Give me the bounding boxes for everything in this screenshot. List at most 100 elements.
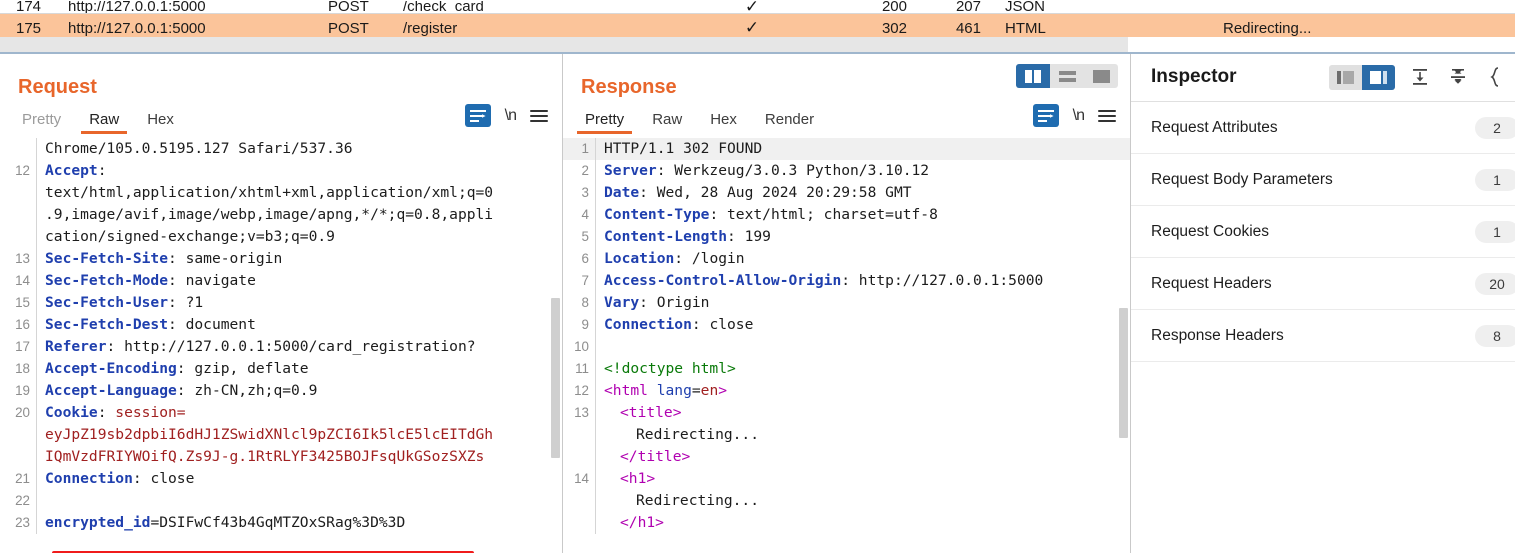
code-line: 16 Sec-Fetch-Dest: document xyxy=(0,314,562,336)
code-line: 14 Sec-Fetch-Mode: navigate xyxy=(0,270,562,292)
response-view-mode-group[interactable] xyxy=(1016,64,1118,88)
response-editor[interactable]: 1 HTTP/1.1 302 FOUND 2 Server: Werkzeug/3.0… xyxy=(563,138,1130,553)
code-token: <title> xyxy=(620,404,682,421)
inspector-section-row[interactable]: Request Body Parameters 1 xyxy=(1131,154,1515,206)
cell-length: 461 xyxy=(955,19,981,37)
code-line-text: Content-Type: text/html; charset=utf-8 xyxy=(596,204,938,226)
newline-toggle[interactable]: \n xyxy=(505,107,517,125)
code-line: 6 Location: /login xyxy=(563,248,1130,270)
inspector-section-row[interactable]: Response Headers 8 xyxy=(1131,310,1515,362)
code-token: Sec-Fetch-Mode xyxy=(45,272,169,289)
code-token: <html xyxy=(604,382,657,399)
inspector-section-label: Response Headers xyxy=(1151,326,1284,344)
code-token: : Origin xyxy=(639,294,710,311)
code-token: : same-origin xyxy=(168,250,283,267)
inspector-section-label: Request Headers xyxy=(1151,274,1272,292)
word-wrap-icon[interactable] xyxy=(464,104,491,127)
collapse-all-icon[interactable] xyxy=(1407,64,1433,90)
code-line-text: Sec-Fetch-Dest: document xyxy=(37,314,256,336)
request-editor[interactable]: Chrome/105.0.5195.127 Safari/537.36 12 Acc… xyxy=(0,138,562,553)
code-line: cation/signed-exchange;v=b3;q=0.9 xyxy=(0,226,562,248)
tab-request-pretty[interactable]: Pretty xyxy=(8,111,75,134)
code-line: text/html,application/xhtml+xml,applicat… xyxy=(0,182,562,204)
newline-toggle[interactable]: \n xyxy=(1073,107,1085,125)
inspector-section-row[interactable]: Request Headers 20 xyxy=(1131,258,1515,310)
code-line: 22 xyxy=(0,490,562,512)
cell-mime: JSON xyxy=(1005,0,1046,13)
code-line: 15 Sec-Fetch-User: ?1 xyxy=(0,292,562,314)
line-number: 10 xyxy=(574,339,589,354)
code-token: : navigate xyxy=(168,272,256,289)
code-line: 3 Date: Wed, 28 Aug 2024 20:29:58 GMT xyxy=(563,182,1130,204)
tab-request-raw[interactable]: Raw xyxy=(75,111,133,134)
word-wrap-icon[interactable] xyxy=(1032,104,1059,127)
code-token: </title> xyxy=(620,448,691,465)
response-tabbar[interactable]: Pretty Raw Hex Render xyxy=(571,106,828,134)
code-token: </h1> xyxy=(620,514,664,531)
code-token: : gzip, deflate xyxy=(176,360,309,377)
line-number: 18 xyxy=(15,361,30,376)
table-row[interactable]: 174 http://127.0.0.1:5000 POST /check_ca… xyxy=(0,0,1515,14)
proxy-history-table[interactable]: 174 http://127.0.0.1:5000 POST /check_ca… xyxy=(0,0,1515,54)
request-scrollbar-thumb[interactable] xyxy=(551,298,560,458)
code-line-text: Sec-Fetch-Site: same-origin xyxy=(37,248,282,270)
code-token: : document xyxy=(168,316,256,333)
code-token: HTTP/1.1 302 FOUND xyxy=(604,140,763,157)
tab-response-render[interactable]: Render xyxy=(751,111,828,134)
code-line-text: Date: Wed, 28 Aug 2024 20:29:58 GMT xyxy=(596,182,912,204)
tab-request-hex[interactable]: Hex xyxy=(133,111,188,134)
tab-response-raw[interactable]: Raw xyxy=(638,111,696,134)
line-number: 16 xyxy=(15,317,30,332)
request-toolbar: \n xyxy=(464,104,548,127)
code-line: 21 Connection: close xyxy=(0,468,562,490)
code-line-text: Sec-Fetch-User: ?1 xyxy=(37,292,203,314)
code-line-text xyxy=(37,490,54,512)
code-line-text: Redirecting... xyxy=(596,490,759,512)
cell-url: /check_card xyxy=(403,0,484,13)
hamburger-menu-icon[interactable] xyxy=(530,109,548,122)
code-line-text: Redirecting... xyxy=(596,424,759,446)
expand-all-icon[interactable] xyxy=(1445,64,1471,90)
request-tabbar[interactable]: Pretty Raw Hex xyxy=(8,106,188,134)
inspector-pane: Inspector Request Attributes 2 Request B… xyxy=(1131,54,1515,553)
hamburger-menu-icon[interactable] xyxy=(1098,109,1116,122)
inspector-left-layout-icon[interactable] xyxy=(1329,65,1362,90)
code-line-text: Referer: http://127.0.0.1:5000/card_regi… xyxy=(37,336,476,358)
code-line: IQmVzdFRIYWOifQ.Zs9J-g.1RtRLYF3425BOJFsq… xyxy=(0,446,562,468)
inspector-section-row[interactable]: Request Cookies 1 xyxy=(1131,206,1515,258)
inspector-toolbar xyxy=(1329,64,1509,90)
inspector-right-layout-icon[interactable] xyxy=(1362,64,1395,90)
inspector-section-label: Request Body Parameters xyxy=(1151,170,1333,188)
code-token: : http://127.0.0.1:5000/card_registratio… xyxy=(106,338,476,355)
inspector-section-count: 8 xyxy=(1475,324,1515,347)
scrollbar-thumb[interactable] xyxy=(0,37,1128,52)
inspector-header: Inspector xyxy=(1131,54,1515,102)
inspector-section-list: Request Attributes 2 Request Body Paramete… xyxy=(1131,102,1515,362)
code-token: : /login xyxy=(674,250,745,267)
single-view-icon[interactable] xyxy=(1084,64,1118,88)
code-line: 14 <h1> xyxy=(563,468,1130,490)
split-view-icon[interactable] xyxy=(1016,64,1050,88)
code-line-text: .9,image/avif,image/webp,image/apng,*/*;… xyxy=(37,204,493,226)
cell-method: POST xyxy=(328,19,369,37)
code-line-text: </title> xyxy=(596,446,690,468)
cell-params: ✓ xyxy=(744,0,760,13)
inspector-section-label: Request Attributes xyxy=(1151,118,1278,136)
inspector-section-row[interactable]: Request Attributes 2 xyxy=(1131,102,1515,154)
line-number: 19 xyxy=(15,383,30,398)
history-horizontal-scrollbar[interactable] xyxy=(0,37,1128,52)
code-line: Redirecting... xyxy=(563,490,1130,512)
code-token: : close xyxy=(691,316,754,333)
json-format-icon[interactable] xyxy=(1483,64,1509,90)
response-scrollbar-thumb[interactable] xyxy=(1119,308,1128,438)
inspector-layout-group[interactable] xyxy=(1329,64,1395,90)
tab-response-hex[interactable]: Hex xyxy=(696,111,751,134)
tab-response-pretty[interactable]: Pretty xyxy=(571,111,638,134)
stacked-view-icon[interactable] xyxy=(1050,64,1084,88)
code-token: : close xyxy=(132,470,195,487)
code-line-text: text/html,application/xhtml+xml,applicat… xyxy=(37,182,493,204)
code-token: : Werkzeug/3.0.3 Python/3.10.12 xyxy=(656,162,930,179)
code-token: Location xyxy=(604,250,675,267)
code-line: 1 HTTP/1.1 302 FOUND xyxy=(563,138,1130,160)
line-number: 1 xyxy=(581,141,589,156)
